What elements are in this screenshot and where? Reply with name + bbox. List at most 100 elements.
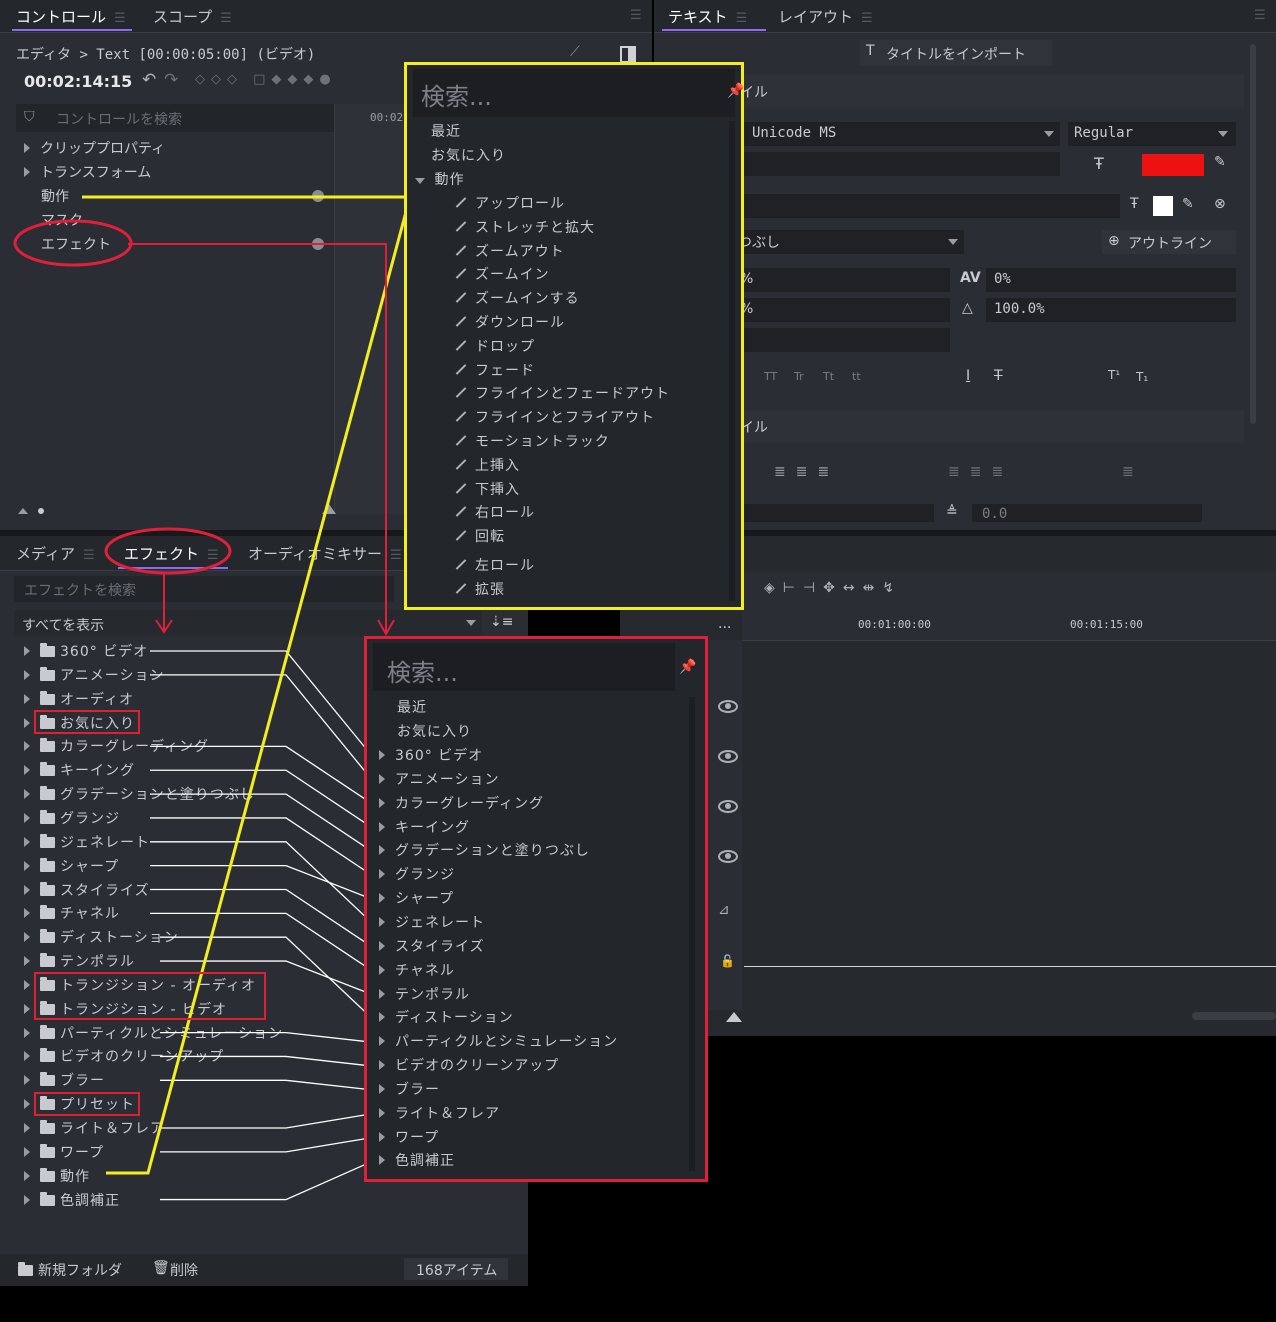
- expand-icon[interactable]: [379, 893, 385, 904]
- pin-icon[interactable]: 📌: [679, 659, 696, 675]
- connector-line: [160, 1055, 373, 1067]
- expand-icon[interactable]: [379, 1036, 385, 1047]
- effect-highlight-ellipse: [13, 219, 133, 267]
- effect-category-item[interactable]: カラーグレーディング: [379, 793, 544, 813]
- motion-preset-item[interactable]: 上挿入: [455, 455, 520, 475]
- effects-popup-search[interactable]: 検索...: [373, 643, 675, 691]
- popup-item-recent[interactable]: 最近: [431, 121, 461, 141]
- effect-category-item[interactable]: グランジ: [379, 864, 455, 884]
- effect-category-item[interactable]: ビデオのクリーンアップ: [379, 1055, 559, 1075]
- motion-preset-item[interactable]: ストレッチと拡大: [455, 217, 595, 237]
- motion-preset-label: フライインとフェードアウト: [475, 386, 670, 403]
- expand-icon[interactable]: [379, 821, 385, 832]
- motion-preset-item[interactable]: ズームアウト: [455, 241, 565, 261]
- connector-line: [150, 888, 373, 948]
- effect-category-item[interactable]: スタイライズ: [379, 936, 485, 956]
- effect-category-item[interactable]: ワープ: [379, 1127, 439, 1147]
- motion-preset-label: 回転: [475, 529, 505, 546]
- motion-preset-item[interactable]: 下挿入: [455, 479, 520, 499]
- expand-icon[interactable]: [379, 1107, 385, 1118]
- motion-preset-label: ズームアウト: [475, 243, 565, 260]
- search-placeholder: 検索...: [421, 83, 492, 111]
- connector-line: [150, 817, 373, 876]
- effect-category-item[interactable]: チャネル: [379, 960, 455, 980]
- popup-item-recent[interactable]: 最近: [397, 697, 427, 717]
- effect-category-item[interactable]: パーティクルとシミュレーション: [379, 1031, 618, 1051]
- expand-icon[interactable]: [379, 1131, 385, 1142]
- motion-preset-item[interactable]: モーショントラック: [455, 431, 610, 451]
- magic-wand-icon: [455, 291, 467, 303]
- effect-category-label: パーティクルとシミュレーション: [395, 1034, 619, 1051]
- expand-icon[interactable]: [379, 1012, 385, 1023]
- effect-category-item[interactable]: ライト＆フレア: [379, 1103, 500, 1123]
- motion-preset-label: ストレッチと拡大: [475, 219, 595, 236]
- expand-icon[interactable]: [379, 964, 385, 975]
- popup-item-favorites[interactable]: お気に入り: [397, 721, 472, 741]
- motion-preset-item[interactable]: ズームインする: [455, 288, 580, 308]
- effect-category-item[interactable]: アニメーション: [379, 769, 499, 789]
- motion-preset-label: モーショントラック: [475, 434, 610, 450]
- motion-preset-label: フェード: [475, 362, 535, 379]
- motion-preset-label: ズームイン: [475, 267, 550, 284]
- magic-wand-icon: [455, 267, 467, 279]
- motion-preset-item[interactable]: 回転: [455, 526, 505, 546]
- motion-preset-item[interactable]: ドロップ: [455, 336, 535, 356]
- pin-icon[interactable]: 📌: [727, 83, 744, 99]
- effect-category-label: グランジ: [395, 867, 455, 884]
- motion-preset-item[interactable]: ダウンロール: [455, 312, 565, 332]
- motion-preset-item[interactable]: 左ロール: [455, 555, 535, 575]
- motion-preset-label: 下挿入: [475, 481, 520, 498]
- motion-preset-item[interactable]: ズームイン: [455, 264, 550, 284]
- effect-category-label: 色調補正: [395, 1153, 455, 1170]
- popup-scrollbar[interactable]: [729, 121, 735, 601]
- motion-preset-item[interactable]: フライインとフライアウト: [455, 407, 655, 427]
- effect-category-item[interactable]: ジェネレート: [379, 912, 485, 932]
- expand-icon[interactable]: [379, 988, 385, 999]
- motion-preset-item[interactable]: 右ロール: [455, 502, 535, 522]
- motion-preset-label: ドロップ: [475, 338, 535, 355]
- effect-category-label: ディストーション: [395, 1010, 514, 1027]
- magic-wand-icon: [455, 363, 467, 375]
- motion-preset-item[interactable]: 拡張: [455, 579, 505, 599]
- effect-category-item[interactable]: シャープ: [379, 888, 454, 908]
- effect-category-label: チャネル: [395, 962, 455, 979]
- connector-line: [150, 769, 373, 829]
- connector-line: [150, 841, 373, 924]
- effect-category-label: ビデオのクリーンアップ: [395, 1058, 560, 1075]
- effect-category-item[interactable]: 360° ビデオ: [379, 745, 483, 765]
- magic-wand-icon: [455, 482, 467, 494]
- expand-icon[interactable]: [379, 916, 385, 927]
- effect-category-item[interactable]: テンポラル: [379, 984, 470, 1004]
- magic-wand-icon: [455, 196, 467, 208]
- motion-popup-search[interactable]: 検索... 📌: [413, 69, 744, 117]
- popup-scrollbar[interactable]: [689, 697, 695, 1171]
- effect-category-item[interactable]: キーイング: [379, 817, 470, 837]
- effect-category-popup: 検索... 📌 最近 お気に入り 360° ビデオ アニメーションカラーグレーディ…: [364, 636, 708, 1182]
- expand-icon[interactable]: [379, 845, 385, 856]
- expand-icon[interactable]: [379, 1155, 385, 1166]
- motion-preset-item[interactable]: アップロール: [455, 193, 565, 213]
- expand-icon[interactable]: [379, 869, 385, 880]
- effect-category-item[interactable]: グラデーションと塗りつぶし: [379, 840, 590, 860]
- motion-preset-label: 拡張: [475, 581, 505, 598]
- expand-icon[interactable]: [379, 1083, 385, 1094]
- expand-icon[interactable]: [379, 797, 385, 808]
- magic-wand-icon: [455, 458, 467, 470]
- connector-line: [160, 1113, 373, 1129]
- expand-icon[interactable]: [379, 940, 385, 951]
- effect-category-item[interactable]: ディストーション: [379, 1007, 514, 1027]
- expand-icon[interactable]: [379, 1060, 385, 1071]
- effect-category-item[interactable]: ブラー: [379, 1079, 440, 1099]
- effect-category-item[interactable]: 色調補正: [379, 1150, 455, 1170]
- motion-preset-item[interactable]: フェード: [455, 360, 535, 380]
- expand-icon[interactable]: [379, 750, 385, 760]
- magic-wand-icon: [455, 315, 467, 327]
- favorites-highlight-box: [34, 710, 140, 734]
- popup-item-favorites[interactable]: お気に入り: [431, 145, 506, 165]
- annotation-white-connectors: [150, 650, 373, 1201]
- effects-tab-highlight-ellipse: [104, 527, 232, 575]
- popup-category-motion[interactable]: 動作: [415, 169, 464, 189]
- motion-preset-item[interactable]: フライインとフェードアウト: [455, 383, 670, 403]
- expand-icon[interactable]: [379, 773, 385, 784]
- connector-line: [160, 1160, 373, 1201]
